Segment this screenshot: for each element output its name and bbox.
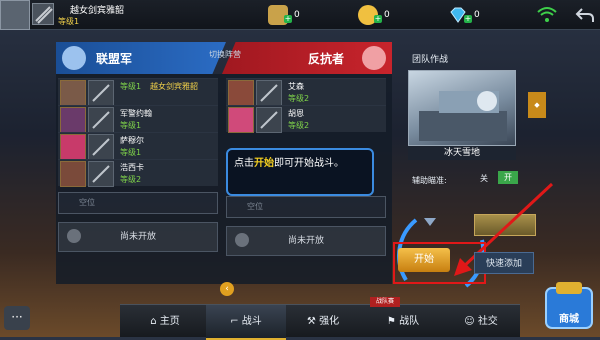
member-portrait	[60, 161, 86, 187]
chat-icon: ···	[11, 310, 23, 324]
people-icon: ☺	[464, 316, 475, 327]
map-preview[interactable]	[408, 70, 516, 146]
collapse-arrow-icon[interactable]: ‹	[220, 282, 234, 296]
member-portrait	[60, 80, 86, 106]
weapon-icon	[32, 3, 54, 25]
red-member-slot[interactable]: 艾森 等级2	[226, 78, 386, 106]
blue-member-slot[interactable]: 军警约翰 等级1	[58, 105, 218, 133]
blue-team-list: 等级1 越女剑宾雅韶 军警约翰 等级1 萨穆尔 等级1 浩西卡 等级2 空位 尚…	[58, 78, 218, 252]
blue-member-slot[interactable]: 萨穆尔 等级1	[58, 132, 218, 160]
add-coin-icon[interactable]: +	[374, 15, 382, 23]
quick-add-button[interactable]: 快速添加	[474, 252, 534, 274]
member-portrait	[228, 107, 254, 133]
nav-item-home[interactable]: ⌂ 主页	[130, 305, 200, 338]
top-bar: 越女剑宾雅韶 等级1 + 0 + 0 + 0	[0, 0, 600, 30]
diamond-currency[interactable]: + 0	[448, 5, 488, 25]
weapon-icon	[88, 107, 114, 133]
player-name: 越女剑宾雅韶	[70, 6, 125, 16]
blue-member-slot[interactable]: 等级1 越女剑宾雅韶	[58, 78, 218, 106]
mall-icon	[545, 282, 593, 329]
map-name: 冰天雪地	[408, 146, 516, 160]
red-team-title: 反抗者	[308, 52, 345, 66]
nav-item-team[interactable]: ⚑ 战队	[368, 305, 438, 338]
gun-icon: ⌐	[230, 316, 239, 327]
weapon-icon	[88, 134, 114, 160]
add-gem-token-icon[interactable]: +	[284, 15, 292, 23]
mall-button[interactable]: 商城	[540, 278, 598, 334]
lock-icon	[67, 229, 81, 243]
weapon-icon	[88, 161, 114, 187]
nav-item-upgrade[interactable]: ⚒ 强化	[288, 305, 358, 338]
mode-title: 团队作战	[412, 55, 449, 65]
blue-member-slot[interactable]: 浩西卡 等级2	[58, 159, 218, 187]
chat-button[interactable]: ···	[4, 306, 30, 330]
team-battle-badge: 战队赛	[370, 297, 400, 307]
blue-team-title: 联盟军	[96, 52, 133, 66]
nav-item-social[interactable]: ☺ 社交	[446, 305, 516, 338]
back-button[interactable]	[574, 4, 596, 26]
lock-icon	[235, 233, 249, 247]
alliance-emblem-icon	[62, 46, 86, 70]
weapon-icon	[256, 107, 282, 133]
weapon-icon	[256, 80, 282, 106]
tutorial-tooltip: 点击开始即可开始战斗。	[226, 148, 374, 196]
red-member-slot[interactable]: 胡恩 等级2	[226, 105, 386, 133]
player-level: 等级1	[58, 17, 80, 26]
member-portrait	[228, 80, 254, 106]
flag-icon: ⚑	[386, 316, 396, 327]
switch-faction-button[interactable]: 切换阵营	[190, 49, 260, 60]
bottom-nav: ⌂ 主页 ⌐ 战斗 ⚒ 强化 ⚑ 战队 ☺ 社交 战队赛	[120, 297, 520, 340]
wifi-icon	[536, 6, 558, 24]
wrench-icon: ⚒	[306, 316, 316, 327]
rebel-emblem-icon	[362, 46, 386, 70]
back-icon	[575, 8, 594, 22]
add-diamond-icon[interactable]: +	[464, 15, 472, 23]
member-portrait	[60, 134, 86, 160]
blue-closed-slot: 尚未开放	[58, 222, 218, 252]
gem-token-currency[interactable]: + 0	[268, 5, 308, 25]
red-empty-slot[interactable]: 空位	[226, 196, 386, 218]
player-avatar[interactable]	[0, 0, 30, 30]
coin-currency[interactable]: + 0	[358, 5, 398, 25]
nav-item-battle[interactable]: ⌐ 战斗	[206, 305, 286, 340]
weapon-icon	[88, 80, 114, 106]
red-closed-slot: 尚未开放	[226, 226, 386, 256]
home-icon: ⌂	[150, 316, 157, 327]
member-portrait	[60, 107, 86, 133]
side-tab[interactable]: ◆	[528, 92, 546, 118]
blue-empty-slot[interactable]: 空位	[58, 192, 218, 214]
